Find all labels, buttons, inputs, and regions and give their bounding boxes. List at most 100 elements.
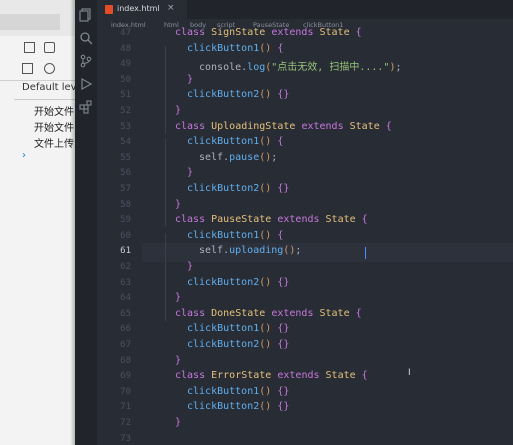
source-control-icon[interactable] bbox=[79, 54, 93, 68]
inspect-icon[interactable] bbox=[24, 42, 35, 53]
code-line[interactable]: } bbox=[175, 105, 181, 116]
indent-guide bbox=[165, 233, 166, 321]
code-token: log bbox=[247, 62, 266, 74]
devtools-panel: Default level 开始文件 开始文件 文件上传 › bbox=[0, 0, 75, 445]
code-token: clickButton2 bbox=[187, 276, 260, 288]
code-line[interactable]: class DoneState extends State { bbox=[175, 308, 362, 319]
code-line[interactable]: } bbox=[175, 199, 181, 210]
tab-bar: index.html × bbox=[97, 0, 513, 19]
code-line[interactable]: clickButton1() { bbox=[187, 136, 283, 147]
code-line[interactable]: } bbox=[175, 417, 181, 428]
line-number: 58 bbox=[120, 199, 131, 210]
device-toggle-icon[interactable] bbox=[44, 42, 55, 53]
line-number: 68 bbox=[120, 355, 131, 366]
code-line[interactable]: self.uploading(); bbox=[199, 245, 301, 256]
code-line[interactable]: clickButton2() {} bbox=[187, 183, 289, 194]
indent-guide bbox=[165, 139, 166, 227]
line-number: 66 bbox=[120, 324, 131, 335]
code-token: SignState bbox=[211, 27, 266, 38]
line-number: 63 bbox=[120, 277, 131, 288]
code-line[interactable]: clickButton2() {} bbox=[187, 339, 289, 350]
code-token: self. bbox=[199, 151, 230, 163]
code-token: () bbox=[259, 339, 272, 350]
code-token: { bbox=[361, 214, 368, 226]
code-token: () bbox=[259, 183, 272, 194]
code-token: State bbox=[349, 120, 380, 132]
devtools-toolbar bbox=[0, 38, 75, 59]
code-token: } bbox=[175, 198, 182, 210]
code-token: extends bbox=[271, 370, 326, 382]
line-number: 61 bbox=[120, 246, 131, 257]
code-editor: index.html × index.html html body script… bbox=[75, 0, 513, 445]
code-line[interactable]: } bbox=[187, 261, 193, 272]
code-token: } bbox=[175, 354, 182, 366]
code-line[interactable]: clickButton2() {} bbox=[187, 277, 289, 288]
code-token: PauseState bbox=[211, 214, 272, 226]
code-line[interactable]: clickButton1() { bbox=[187, 43, 283, 54]
code-line[interactable]: console.log("点击无效, 扫描中...."); bbox=[199, 58, 402, 73]
code-token: "点击无效, 扫描中...." bbox=[271, 62, 390, 74]
line-number: 53 bbox=[120, 121, 131, 132]
code-token: } bbox=[175, 292, 182, 304]
line-number: 73 bbox=[120, 433, 131, 444]
code-token: State bbox=[325, 214, 356, 226]
line-number: 51 bbox=[120, 90, 131, 101]
code-token: ; bbox=[271, 151, 278, 163]
line-number-gutter: 47 48 49 50 51 52 53 54 55 56 57 58 59 60 61 62 63 64 65 66… bbox=[97, 27, 135, 445]
code-token: clickButton1 bbox=[187, 136, 260, 148]
code-token: } bbox=[187, 73, 194, 85]
devtools-topbar bbox=[0, 0, 75, 36]
code-token: {} bbox=[277, 385, 290, 397]
line-number: 71 bbox=[120, 402, 131, 413]
code-line[interactable]: clickButton1() {} bbox=[187, 323, 289, 334]
code-line[interactable]: clickButton2() {} bbox=[187, 401, 289, 412]
code-token: { bbox=[355, 27, 362, 38]
tab-label: index.html bbox=[117, 4, 160, 13]
code-token: {} bbox=[277, 323, 290, 335]
code-token: ; bbox=[295, 245, 302, 257]
code-token: () bbox=[283, 245, 296, 257]
tab-index-html[interactable]: index.html × bbox=[97, 0, 187, 19]
code-token: {} bbox=[277, 276, 290, 288]
code-line[interactable]: } bbox=[175, 292, 181, 303]
extensions-icon[interactable] bbox=[79, 100, 93, 114]
close-tab-icon[interactable]: × bbox=[167, 3, 175, 13]
run-debug-icon[interactable] bbox=[79, 77, 93, 91]
code-line[interactable]: } bbox=[175, 355, 181, 366]
code-line[interactable]: class PauseState extends State { bbox=[175, 214, 368, 225]
line-number: 47 bbox=[120, 28, 131, 38]
line-number: 54 bbox=[120, 137, 131, 148]
code-line[interactable]: clickButton1() {} bbox=[187, 386, 289, 397]
code-line[interactable]: class UploadingState extends State { bbox=[175, 121, 392, 132]
clear-console-icon[interactable] bbox=[44, 63, 55, 74]
code-line[interactable]: self.pause(); bbox=[199, 152, 277, 163]
code-token: () bbox=[259, 229, 272, 241]
code-token: pause bbox=[229, 151, 260, 163]
line-number: 69 bbox=[120, 371, 131, 382]
current-line-highlight bbox=[142, 243, 513, 262]
code-line[interactable]: } bbox=[187, 167, 193, 178]
console-divider bbox=[14, 99, 75, 100]
code-token: clickButton1 bbox=[187, 42, 260, 54]
files-icon[interactable] bbox=[79, 8, 93, 22]
code-token: clickButton2 bbox=[187, 401, 260, 413]
line-number: 48 bbox=[120, 43, 131, 54]
activity-bar bbox=[75, 0, 97, 445]
code-line[interactable]: class ErrorState extends State { bbox=[175, 370, 368, 381]
search-icon[interactable] bbox=[79, 31, 93, 45]
html-file-icon bbox=[105, 5, 113, 14]
code-token: self. bbox=[199, 245, 230, 257]
line-number: 52 bbox=[120, 106, 131, 116]
console-prompt-chevron-icon[interactable]: › bbox=[22, 150, 26, 161]
code-token: () bbox=[259, 89, 272, 101]
code-token: clickButton2 bbox=[187, 339, 260, 350]
code-token: class bbox=[175, 214, 212, 226]
log-level-select[interactable]: Default level bbox=[22, 82, 75, 93]
code-token: {} bbox=[277, 339, 290, 350]
code-line[interactable]: clickButton1() { bbox=[187, 230, 283, 241]
code-line[interactable]: class SignState extends State { bbox=[175, 27, 362, 38]
code-token: extends bbox=[265, 27, 320, 38]
sidebar-toggle-icon[interactable] bbox=[22, 63, 33, 74]
code-line[interactable]: } bbox=[187, 74, 193, 85]
code-line[interactable]: clickButton2() {} bbox=[187, 89, 289, 100]
